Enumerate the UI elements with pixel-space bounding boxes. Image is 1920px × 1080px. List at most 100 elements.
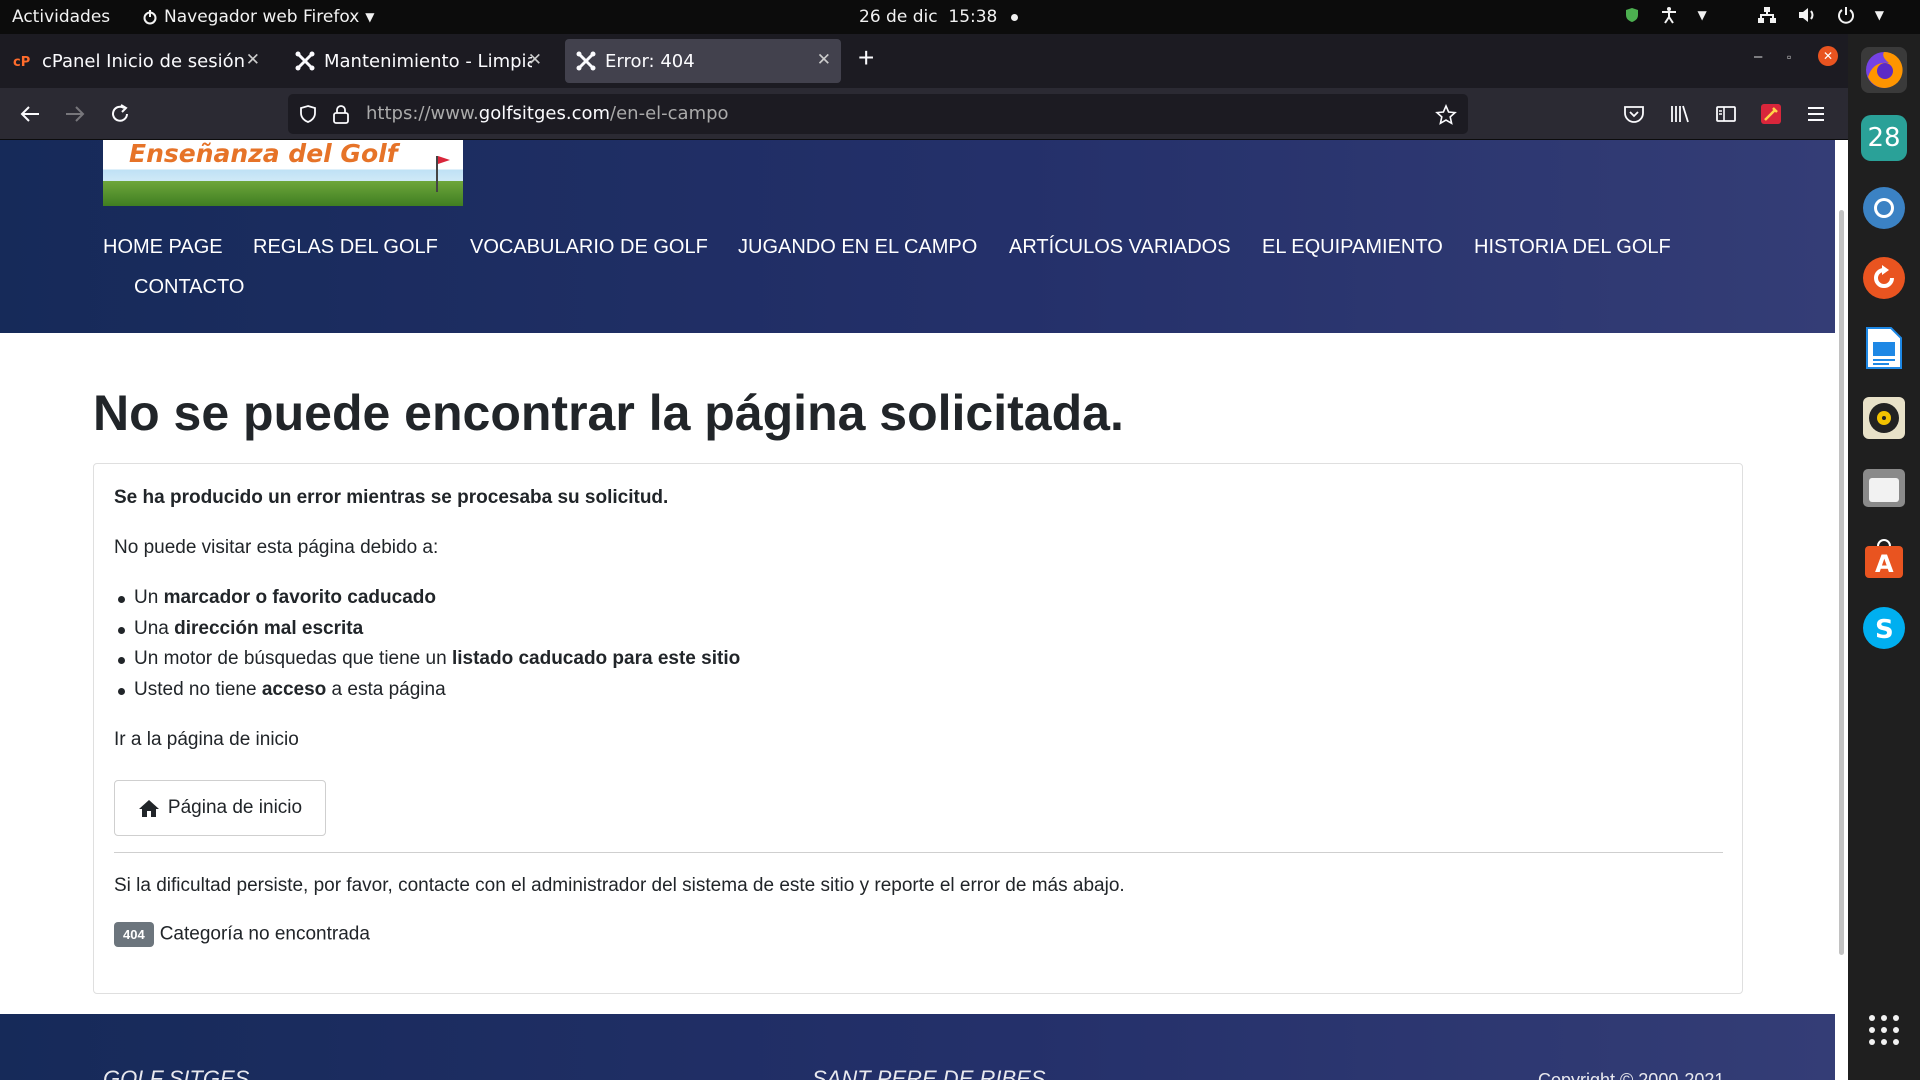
calendar-icon[interactable]: 28	[1861, 115, 1907, 161]
footer-right: Copyright © 2000-2021	[1538, 1070, 1725, 1080]
list-item: Un motor de búsquedas que tiene un lista…	[117, 648, 741, 670]
error-box: Se ha producido un error mientras se pro…	[93, 463, 1743, 994]
nav-contacto[interactable]: CONTACTO	[134, 276, 244, 299]
shield-icon[interactable]	[298, 104, 318, 124]
chevron-down-icon[interactable]: ▼	[1698, 8, 1707, 22]
arrow-right-icon	[66, 106, 85, 122]
reason-text: Usted no tiene	[134, 679, 262, 700]
list-item: Una dirección mal escrita	[117, 618, 364, 640]
nav-articulos-variados[interactable]: ARTÍCULOS VARIADOS	[1009, 236, 1231, 259]
close-icon[interactable]: ✕	[817, 50, 831, 70]
nav-vocabulario-de-golf[interactable]: VOCABULARIO DE GOLF	[470, 236, 708, 259]
star-icon[interactable]	[1435, 104, 1457, 126]
chevron-down-icon: ▼	[365, 10, 375, 24]
rhythmbox-icon[interactable]	[1861, 395, 1907, 441]
back-button[interactable]	[16, 100, 44, 128]
tab-error-404[interactable]: Error: 404 ✕	[565, 39, 841, 83]
list-item: Usted no tiene acceso a esta página	[118, 679, 446, 701]
nav-jugando-en-el-campo[interactable]: JUGANDO EN EL CAMPO	[738, 236, 977, 259]
reason-strong: acceso	[261, 679, 327, 700]
list-item: Un marcador o favorito caducado	[118, 587, 436, 609]
library-button[interactable]	[1666, 100, 1694, 128]
maximize-icon[interactable]: ▫	[1787, 50, 1791, 64]
error-message: Categoría no encontrada	[159, 923, 370, 945]
app-name: Navegador web Firefox	[164, 7, 360, 27]
page-scrollbar[interactable]	[1835, 140, 1848, 1080]
site-header: Enseñanza del Golf HOME PAGE REGLAS DEL …	[0, 140, 1835, 333]
menu-button[interactable]	[1802, 100, 1830, 128]
notification-dot	[1011, 13, 1019, 21]
reload-button[interactable]	[106, 100, 134, 128]
golf-flag-icon	[436, 156, 450, 192]
nav-historia-del-golf[interactable]: HISTORIA DEL GOLF	[1474, 236, 1671, 259]
hamburger-icon	[1808, 107, 1824, 121]
url-prefix: https://www.	[366, 103, 479, 124]
power-icon[interactable]	[1837, 6, 1855, 24]
accessibility-icon[interactable]	[1660, 6, 1678, 24]
close-window-icon[interactable]: ✕	[1818, 46, 1838, 66]
svg-text:cP: cP	[13, 55, 30, 68]
software-center-icon[interactable]: A	[1861, 535, 1907, 581]
files-icon[interactable]	[1861, 465, 1907, 511]
new-tab-button[interactable]: +	[858, 42, 874, 74]
chevron-down-icon[interactable]: ▼	[1875, 8, 1884, 22]
tab-title: Mantenimiento - Limpiar	[324, 50, 532, 72]
tab-title: cPanel Inicio de sesión	[42, 50, 246, 72]
app-menu[interactable]: Navegador web Firefox ▼	[142, 7, 375, 27]
system-tray[interactable]: ▼ ▼	[1624, 6, 1884, 24]
extension-button[interactable]	[1757, 100, 1785, 128]
forward-button[interactable]	[61, 100, 89, 128]
site-logo[interactable]: Enseñanza del Golf	[103, 140, 463, 206]
sidebar-button[interactable]	[1712, 100, 1740, 128]
pocket-button[interactable]	[1620, 100, 1648, 128]
reason-strong: dirección mal escrita	[174, 618, 364, 639]
tab-strip: cP cPanel Inicio de sesión ✕ Mantenimien…	[0, 34, 1848, 88]
close-icon[interactable]: ✕	[528, 50, 542, 70]
tab-cpanel[interactable]: cP cPanel Inicio de sesión ✕	[8, 39, 270, 83]
system-top-bar: Actividades Navegador web Firefox ▼ 26 d…	[0, 0, 1920, 34]
firefox-icon[interactable]	[1861, 47, 1907, 93]
ubuntu-one-icon[interactable]	[1861, 255, 1907, 301]
error-intro: No puede visitar esta página debido a:	[114, 537, 439, 558]
close-icon[interactable]: ✕	[246, 50, 260, 70]
sidebar-icon	[1716, 106, 1736, 122]
joomla-icon	[294, 50, 316, 72]
url-bar[interactable]: https://www.golfsitges.com/en-el-campo	[288, 94, 1468, 134]
dock: 28 A S	[1848, 34, 1920, 1080]
minimize-icon[interactable]: –	[1754, 48, 1762, 65]
power-app-icon	[143, 10, 157, 25]
writer-icon[interactable]	[1861, 325, 1907, 371]
reload-icon	[112, 104, 128, 122]
arrow-left-icon	[20, 106, 39, 122]
shield-tray-icon[interactable]	[1624, 7, 1640, 23]
app-grid-icon[interactable]	[1861, 1007, 1907, 1053]
cpanel-icon: cP	[12, 50, 34, 72]
activities-button[interactable]: Actividades	[12, 7, 110, 27]
nav-el-equipamiento[interactable]: EL EQUIPAMIENTO	[1262, 236, 1443, 259]
nav-reglas-del-golf[interactable]: REGLAS DEL GOLF	[253, 236, 438, 259]
tab-mantenimiento[interactable]: Mantenimiento - Limpiar ✕	[290, 39, 552, 83]
reason-strong: listado caducado para este sitio	[451, 648, 741, 669]
nav-home-page[interactable]: HOME PAGE	[103, 236, 223, 259]
url-host: golfsitges.com	[478, 103, 611, 124]
logo-text: Enseñanza del Golf	[129, 140, 398, 168]
url-text: https://www.golfsitges.com/en-el-campo	[366, 103, 729, 124]
error-code-line: 404 Categoría no encontrada	[114, 922, 370, 947]
divider	[114, 852, 1723, 853]
reason-text: Una	[134, 618, 175, 639]
chromium-icon[interactable]	[1861, 185, 1907, 231]
extension-icon	[1761, 104, 1781, 124]
calendar-day: 28	[1867, 123, 1901, 153]
home-page-button[interactable]: Página de inicio	[114, 780, 326, 836]
skype-icon[interactable]: S	[1861, 605, 1907, 651]
goto-home-text: Ir a la página de inicio	[114, 729, 299, 750]
reason-text: a esta página	[326, 679, 446, 700]
clock[interactable]: 26 de dic 15:38	[859, 7, 1019, 27]
date: 26 de dic	[859, 7, 938, 27]
lock-icon[interactable]	[332, 104, 350, 124]
url-path: /en-el-campo	[610, 103, 729, 124]
scrollbar-thumb[interactable]	[1839, 210, 1844, 955]
volume-icon[interactable]	[1797, 6, 1817, 24]
network-icon[interactable]	[1757, 6, 1777, 24]
navigation-toolbar: https://www.golfsitges.com/en-el-campo	[0, 88, 1848, 140]
